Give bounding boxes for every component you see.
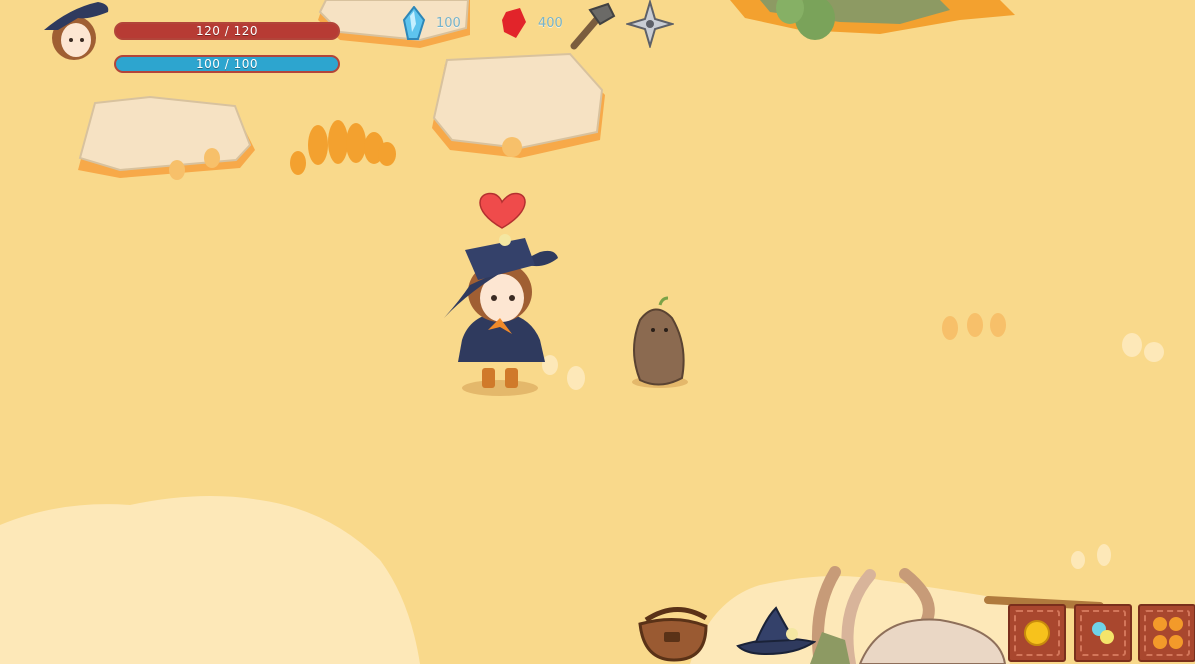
bag-icon[interactable] [636,600,712,662]
mana-bar: 100 / 100 [114,55,340,73]
hotbar-slot-3[interactable] [1138,604,1195,662]
hammer-icon[interactable] [566,2,616,50]
ruby-count: 400 [538,16,563,31]
blue-crystal-icon [402,6,426,40]
desert-scene [0,0,1195,664]
gem-count: 100 [436,16,461,31]
orange-fruits-icon [1153,617,1183,649]
red-gem-icon [502,8,526,38]
health-text: 120 / 120 [196,24,258,38]
player-avatar [44,2,109,60]
witch-hat-icon[interactable] [736,604,816,656]
hotbar-slot-2[interactable] [1074,604,1132,662]
rock [78,95,255,178]
mana-text: 100 / 100 [196,57,258,71]
candy-icon [1092,622,1114,644]
health-bar: 120 / 120 [114,22,340,40]
hotbar-slot-1[interactable] [1008,604,1066,662]
sun-orb-icon [1024,620,1050,646]
shuriken-icon[interactable] [626,0,674,48]
